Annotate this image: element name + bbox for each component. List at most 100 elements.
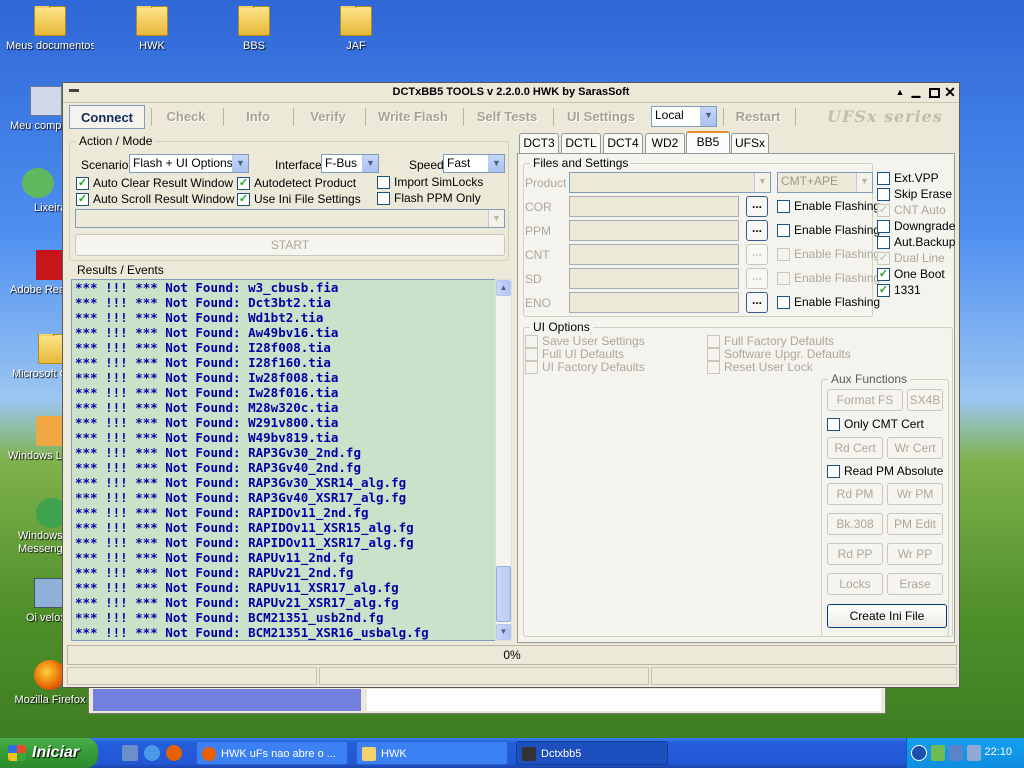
interface-select[interactable]: F-Bus ▼ [321,154,379,173]
create-ini-file-button[interactable]: Create Ini File [827,604,947,628]
firefox-icon[interactable] [166,745,182,761]
desktop-icon-recycle-bin[interactable]: Lixeira [0,168,62,214]
show-desktop-icon[interactable] [122,745,138,761]
downgrade-checkbox[interactable]: Downgrade [877,220,955,233]
scroll-down-icon[interactable]: ▼ [496,624,511,640]
tab-dct4[interactable]: DCT4 [603,133,643,153]
results-scrollbar[interactable]: ▲ ▼ [495,279,512,641]
product-mode-select[interactable]: CMT+APE ▼ [777,172,873,193]
bk308-button[interactable]: Bk.308 [827,513,883,535]
taskbar-item-firefox[interactable]: HWK uFs nao abre o ... [196,741,348,765]
desktop-icon-microsoft-office[interactable]: Microsoft O [0,334,62,380]
network-icon[interactable] [931,745,945,761]
taskbar-item-hwk[interactable]: HWK [356,741,508,765]
check-button[interactable]: Check [153,105,219,129]
eno-file-field[interactable] [569,292,739,313]
maximize-button[interactable] [929,88,940,98]
autodetect-product-checkbox[interactable]: ✓ Autodetect Product [237,177,356,190]
sd-enable-flashing-checkbox[interactable]: Enable Flashing [777,272,880,285]
rd-pm-button[interactable]: Rd PM [827,483,883,505]
tab-bb5[interactable]: BB5 [686,131,730,154]
self-tests-button[interactable]: Self Tests [465,105,549,129]
ppm-file-field[interactable] [569,220,739,241]
auto-clear-checkbox[interactable]: ✓ Auto Clear Result Window [76,177,233,190]
cor-browse-button[interactable]: ... [746,196,768,217]
ppm-browse-button[interactable]: ... [746,220,768,241]
read-pm-absolute-checkbox[interactable]: Read PM Absolute [827,465,943,478]
desktop-icon-my-documents[interactable]: Meus documentos [6,6,94,52]
rollup-icon[interactable]: ▲ [893,86,907,99]
aut-backup-checkbox[interactable]: Aut.Backup [877,236,955,249]
tab-wd2[interactable]: WD2 [645,133,685,153]
flash-ppm-only-checkbox[interactable]: Flash PPM Only [377,192,481,205]
ui-factory-defaults-checkbox[interactable]: UI Factory Defaults [525,361,645,374]
eno-enable-flashing-checkbox[interactable]: Enable Flashing [777,296,880,309]
rd-pp-button[interactable]: Rd PP [827,543,883,565]
pm-edit-button[interactable]: PM Edit [887,513,943,535]
reset-user-lock-checkbox[interactable]: Reset User Lock [707,361,813,374]
scroll-up-icon[interactable]: ▲ [496,280,511,296]
sd-browse-button[interactable]: ... [746,268,768,289]
tray-expand-icon[interactable] [911,745,927,761]
speed-select[interactable]: Fast ▼ [443,154,505,173]
tab-dctl[interactable]: DCTL [561,133,601,153]
ppm-enable-flashing-checkbox[interactable]: Enable Flashing [777,224,880,237]
wr-cert-button[interactable]: Wr Cert [887,437,943,459]
desktop-icon-oi-velox[interactable]: Oi velox [0,578,62,624]
start-button[interactable]: START [75,234,505,256]
only-cmt-cert-checkbox[interactable]: Only CMT Cert [827,418,924,431]
sd-file-field[interactable] [569,268,739,289]
import-simlocks-checkbox[interactable]: Import SimLocks [377,176,483,189]
one-boot-checkbox[interactable]: ✓ One Boot [877,268,945,281]
desktop-icon-jaf[interactable]: JAF [312,6,400,52]
locks-button[interactable]: Locks [827,573,883,595]
scrollbar-thumb[interactable] [496,566,511,622]
desktop-icon-hwk[interactable]: HWK [108,6,196,52]
desktop-icon-bbs[interactable]: BBS [210,6,298,52]
tab-ufsx[interactable]: UFSx [731,133,769,153]
use-ini-settings-checkbox[interactable]: ✓ Use Ini File Settings [237,193,361,206]
title-bar[interactable]: DCTxBB5 TOOLS v 2.2.0.0 HWK by SarasSoft… [63,83,959,103]
cnt-auto-checkbox[interactable]: ✓ CNT Auto [877,204,946,217]
results-log[interactable]: *** !!! *** Not Found: w3_cbusb.fia *** !… [71,279,511,641]
wr-pm-button[interactable]: Wr PM [887,483,943,505]
product-select[interactable]: ▼ [569,172,771,193]
internet-explorer-icon[interactable] [144,745,160,761]
restart-button[interactable]: Restart [725,105,791,129]
rd-cert-button[interactable]: Rd Cert [827,437,883,459]
desktop-icon-windows-live[interactable]: Windows Liv [0,416,62,462]
connect-button[interactable]: Connect [69,105,145,129]
cor-file-field[interactable] [569,196,739,217]
close-button[interactable]: ✕ [943,85,957,99]
desktop-icon-messenger[interactable]: Windows Messeng [0,498,62,556]
skip-erase-checkbox[interactable]: Skip Erase [877,188,952,201]
volume-icon[interactable] [949,745,963,761]
format-fs-button[interactable]: Format FS [827,389,903,411]
wr-pp-button[interactable]: Wr PP [887,543,943,565]
tab-dct3[interactable]: DCT3 [519,133,559,153]
connection-mode-select[interactable]: Local ▼ [651,106,717,127]
ini-file-select[interactable]: ▼ [75,209,505,228]
write-flash-button[interactable]: Write Flash [367,105,459,129]
start-button[interactable]: Iniciar [0,738,98,768]
dual-line-checkbox[interactable]: ✓ Dual Line [877,252,945,265]
cnt-browse-button[interactable]: ... [746,244,768,265]
desktop-icon-adobe-reader[interactable]: Adobe Rea [0,250,62,296]
cnt-enable-flashing-checkbox[interactable]: Enable Flashing [777,248,880,261]
eno-browse-button[interactable]: ... [746,292,768,313]
ext-vpp-checkbox[interactable]: Ext.VPP [877,172,939,185]
scenario-select[interactable]: Flash + UI Options ▼ [129,154,249,173]
ui-settings-button[interactable]: UI Settings [555,105,647,129]
minimize-button[interactable]: ▁ [909,86,923,99]
background-window[interactable] [88,684,886,714]
verify-button[interactable]: Verify [295,105,361,129]
sx4b-button[interactable]: SX4B [907,389,943,411]
security-icon[interactable] [967,745,981,761]
cnt-file-field[interactable] [569,244,739,265]
info-button[interactable]: Info [225,105,291,129]
erase-button[interactable]: Erase [887,573,943,595]
desktop-icon-my-computer[interactable]: Meu compu [0,86,62,132]
cor-enable-flashing-checkbox[interactable]: Enable Flashing [777,200,880,213]
taskbar-item-dctxbb5[interactable]: Dctxbb5 [516,741,668,765]
1331-checkbox[interactable]: ✓ 1331 [877,284,921,297]
